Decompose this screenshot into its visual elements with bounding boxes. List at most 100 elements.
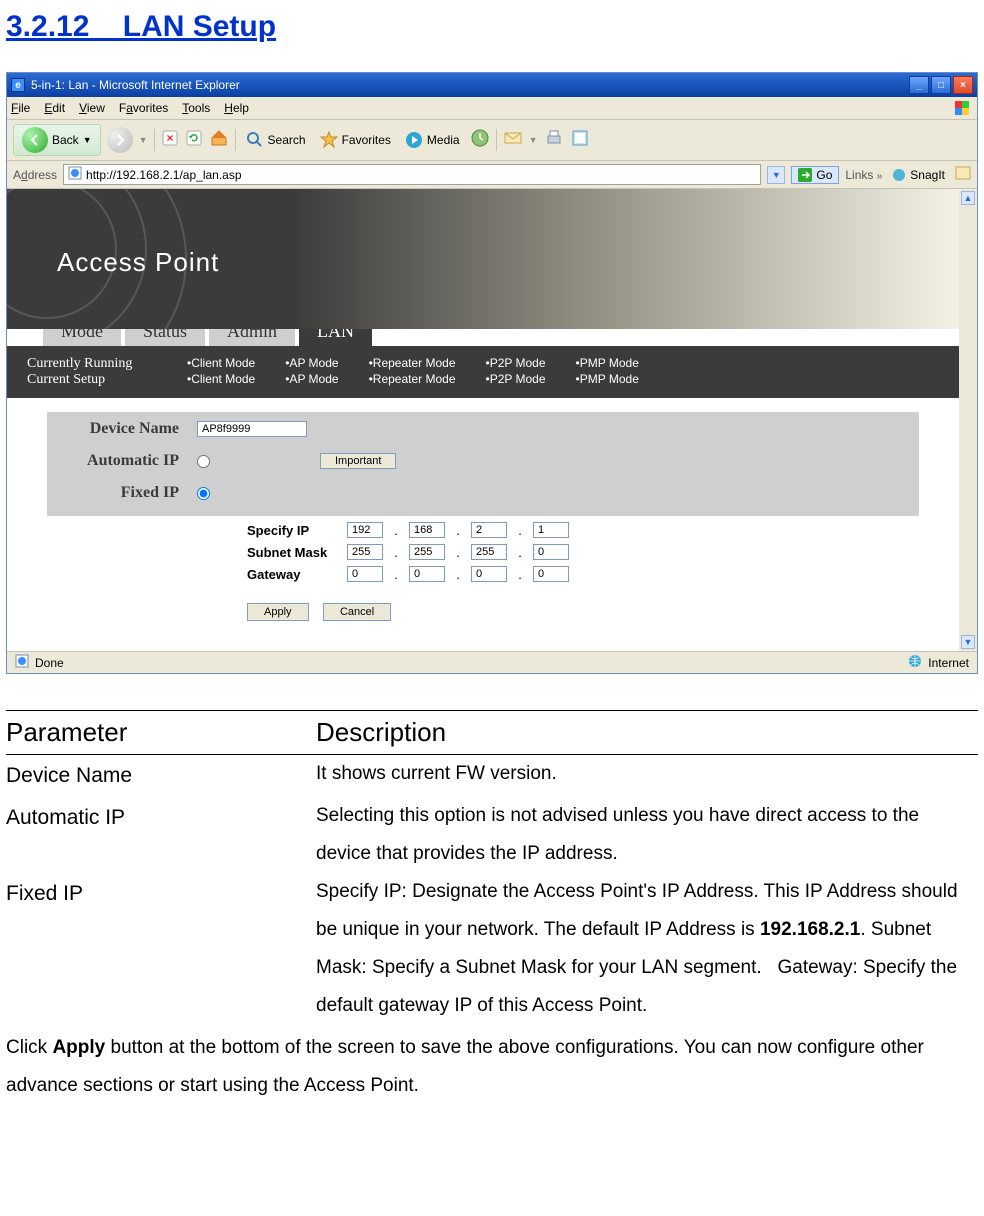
history-button[interactable] xyxy=(470,128,490,153)
mode-item[interactable]: •AP Mode xyxy=(285,372,338,386)
media-button[interactable]: Media xyxy=(401,129,464,151)
section-heading: 3.2.12 LAN Setup xyxy=(6,10,978,44)
address-input[interactable] xyxy=(86,168,756,182)
address-dropdown[interactable]: ▼ xyxy=(767,166,785,184)
page-icon xyxy=(68,166,82,183)
back-arrow-icon xyxy=(22,127,48,153)
important-button[interactable]: Important xyxy=(320,453,396,469)
mode-item[interactable]: •Client Mode xyxy=(187,356,255,370)
menu-help[interactable]: Help xyxy=(224,101,249,115)
mode-summary: Currently Running •Client Mode •AP Mode … xyxy=(7,350,959,398)
vertical-scrollbar[interactable]: ▲ ▼ xyxy=(959,189,977,651)
mail-dropdown-icon[interactable]: ▼ xyxy=(529,135,538,145)
mode-item[interactable]: •Repeater Mode xyxy=(369,372,456,386)
mode-item[interactable]: •P2P Mode xyxy=(486,372,546,386)
ip-oct-4[interactable] xyxy=(533,522,569,538)
back-button[interactable]: Back ▼ xyxy=(13,124,101,156)
forward-button[interactable] xyxy=(107,127,133,153)
minimize-button[interactable]: _ xyxy=(909,76,929,94)
internet-zone-label: Internet xyxy=(928,656,969,670)
mask-oct-1[interactable] xyxy=(347,544,383,560)
stop-button[interactable]: × xyxy=(161,129,179,152)
mask-oct-4[interactable] xyxy=(533,544,569,560)
gw-oct-4[interactable] xyxy=(533,566,569,582)
mode-item[interactable]: •P2P Mode xyxy=(486,356,546,370)
back-dropdown-icon[interactable]: ▼ xyxy=(83,135,92,145)
desc-cell: Specify IP: Designate the Access Point's… xyxy=(316,873,978,1025)
ie-icon: e xyxy=(11,78,25,92)
address-input-wrap xyxy=(63,164,761,185)
subnet-mask-label: Subnet Mask xyxy=(247,545,337,560)
mail-button[interactable] xyxy=(503,128,523,153)
menu-edit[interactable]: Edit xyxy=(44,101,65,115)
mode-item[interactable]: •AP Mode xyxy=(285,356,338,370)
fixed-ip-radio[interactable] xyxy=(197,487,210,500)
col-header-parameter: Parameter xyxy=(6,717,316,748)
toolbar: Back ▼ ▼ × Search Favorites Media xyxy=(7,120,977,161)
menu-favorites[interactable]: Favorites xyxy=(119,101,168,115)
mode-item[interactable]: •PMP Mode xyxy=(576,372,639,386)
ip-oct-1[interactable] xyxy=(347,522,383,538)
edit-button[interactable] xyxy=(570,128,590,153)
hero-banner: Access Point xyxy=(7,189,959,329)
address-bar: Address ▼ Go Links » SnagIt xyxy=(7,161,977,189)
param-cell: Device Name xyxy=(6,755,316,797)
ip-oct-3[interactable] xyxy=(471,522,507,538)
fixed-ip-settings: Specify IP . . . Subnet Mask . . . xyxy=(47,522,919,582)
snagit-extra-icon[interactable] xyxy=(955,165,971,184)
gateway-label: Gateway xyxy=(247,567,337,582)
table-row: Automatic IP Selecting this option is no… xyxy=(6,797,978,873)
apply-button[interactable]: Apply xyxy=(247,603,309,621)
status-text: Done xyxy=(35,656,64,670)
done-icon xyxy=(15,654,29,671)
menu-view[interactable]: View xyxy=(79,101,105,115)
snagit-icon xyxy=(892,168,906,182)
apply-instructions: Click Apply button at the bottom of the … xyxy=(6,1029,978,1105)
mode-item[interactable]: •PMP Mode xyxy=(576,356,639,370)
search-icon xyxy=(246,131,264,149)
device-name-input[interactable] xyxy=(197,421,307,437)
snagit-button[interactable]: SnagIt xyxy=(888,166,949,184)
param-cell: Automatic IP xyxy=(6,797,316,873)
automatic-ip-label: Automatic IP xyxy=(47,448,197,474)
print-button[interactable] xyxy=(544,128,564,153)
scroll-down-icon[interactable]: ▼ xyxy=(961,635,975,649)
desc-cell: Selecting this option is not advised unl… xyxy=(316,797,978,873)
table-row: Fixed IP Specify IP: Designate the Acces… xyxy=(6,873,978,1025)
lan-form: Device Name Automatic IP Important Fixed… xyxy=(7,398,959,651)
gw-oct-2[interactable] xyxy=(409,566,445,582)
menu-bar: File Edit View Favorites Tools Help xyxy=(7,97,977,120)
maximize-button[interactable]: □ xyxy=(931,76,951,94)
fixed-ip-label: Fixed IP xyxy=(47,480,197,506)
search-button[interactable]: Search xyxy=(242,129,310,151)
mask-oct-3[interactable] xyxy=(471,544,507,560)
cancel-button[interactable]: Cancel xyxy=(323,603,391,621)
forward-dropdown-icon[interactable]: ▼ xyxy=(139,135,148,145)
refresh-button[interactable] xyxy=(185,129,203,152)
automatic-ip-radio[interactable] xyxy=(197,455,210,468)
address-label: Address xyxy=(13,168,57,182)
table-row: Device Name It shows current FW version. xyxy=(6,755,978,797)
menu-tools[interactable]: Tools xyxy=(182,101,210,115)
window-title: 5-in-1: Lan - Microsoft Internet Explore… xyxy=(31,78,240,92)
hero-title: Access Point xyxy=(57,247,219,278)
desc-cell: It shows current FW version. xyxy=(316,755,978,797)
page-content: Access Point Mode Status Admin LAN Curre… xyxy=(7,189,977,651)
mask-oct-2[interactable] xyxy=(409,544,445,560)
gw-oct-1[interactable] xyxy=(347,566,383,582)
mode-item[interactable]: •Client Mode xyxy=(187,372,255,386)
status-bar: Done Internet xyxy=(7,651,977,673)
gw-oct-3[interactable] xyxy=(471,566,507,582)
menu-file[interactable]: File xyxy=(11,101,30,115)
go-button[interactable]: Go xyxy=(791,166,839,184)
ip-oct-2[interactable] xyxy=(409,522,445,538)
parameter-table: Parameter Description Device Name It sho… xyxy=(6,710,978,1105)
links-label[interactable]: Links » xyxy=(845,168,882,182)
close-button[interactable]: × xyxy=(953,76,973,94)
window-titlebar: e 5-in-1: Lan - Microsoft Internet Explo… xyxy=(7,73,977,97)
home-button[interactable] xyxy=(209,128,229,153)
scroll-up-icon[interactable]: ▲ xyxy=(961,191,975,205)
mode-item[interactable]: •Repeater Mode xyxy=(369,356,456,370)
favorites-button[interactable]: Favorites xyxy=(316,129,395,151)
internet-zone-icon xyxy=(908,654,922,671)
